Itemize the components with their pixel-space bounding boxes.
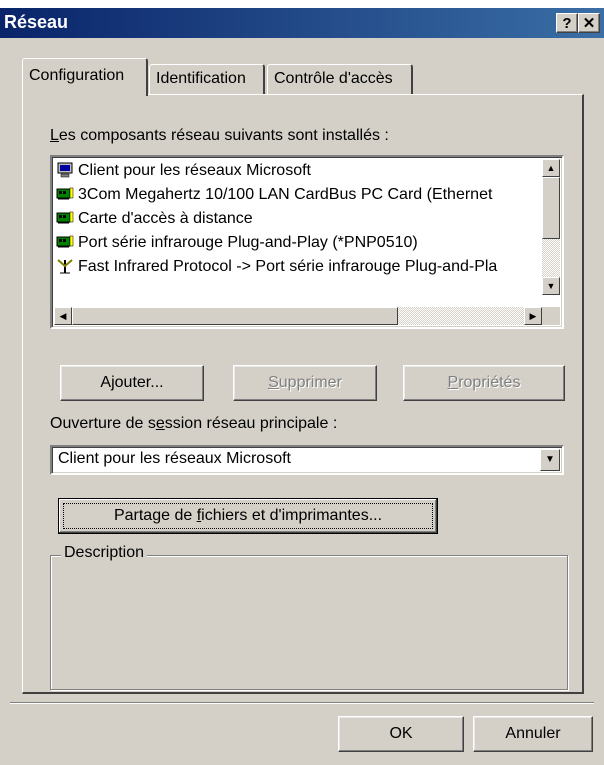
vertical-scroll-thumb[interactable]: [542, 177, 560, 239]
configuration-panel: Les composants réseau suivants sont inst…: [22, 94, 584, 694]
primary-logon-value: Client pour les réseaux Microsoft: [58, 450, 291, 467]
close-button[interactable]: ✕: [578, 13, 600, 33]
chevron-down-icon[interactable]: ▼: [540, 449, 560, 471]
horizontal-scroll-thumb[interactable]: [72, 307, 398, 325]
list-item[interactable]: 3Com Megahertz 10/100 LAN CardBus PC Car…: [56, 183, 536, 207]
components-listbox[interactable]: Client pour les réseaux Microsoft 3Com M…: [50, 155, 564, 329]
focus-rectangle: [63, 503, 433, 529]
remove-button[interactable]: Supprimer: [233, 365, 377, 401]
description-group: [50, 555, 568, 690]
components-label: Les composants réseau suivants sont inst…: [50, 127, 389, 144]
ok-button[interactable]: OK: [338, 716, 464, 752]
scrollbar-corner: [542, 307, 560, 325]
tab-identification[interactable]: Identification: [149, 64, 265, 94]
network-client-icon: [56, 162, 74, 178]
protocol-icon: [56, 258, 74, 274]
scroll-down-icon[interactable]: ▼: [542, 277, 560, 295]
description-title: Description: [61, 544, 148, 562]
scroll-up-icon[interactable]: ▲: [542, 159, 560, 177]
scroll-right-icon[interactable]: ▶: [524, 307, 542, 325]
dialog-window: Réseau ? ✕ Configuration Identification …: [0, 8, 604, 765]
properties-button[interactable]: Propriétés: [403, 365, 565, 401]
divider: [10, 702, 594, 704]
list-item[interactable]: Carte d'accès à distance: [56, 207, 536, 231]
network-adapter-icon: [56, 210, 74, 226]
vertical-scrollbar[interactable]: ▲ ▼: [542, 159, 560, 295]
add-button[interactable]: Ajouter...: [60, 365, 204, 401]
cancel-button[interactable]: Annuler: [473, 716, 593, 752]
list-item[interactable]: Client pour les réseaux Microsoft: [56, 159, 536, 183]
title-bar[interactable]: Réseau ? ✕: [0, 8, 604, 38]
network-adapter-icon: [56, 234, 74, 250]
tab-access-control[interactable]: Contrôle d'accès: [267, 64, 413, 94]
window-title: Réseau: [4, 12, 69, 32]
tab-configuration[interactable]: Configuration: [22, 58, 148, 96]
horizontal-scrollbar[interactable]: ◀ ▶: [54, 307, 542, 325]
scroll-left-icon[interactable]: ◀: [54, 307, 72, 325]
network-adapter-icon: [56, 186, 74, 202]
list-item[interactable]: Fast Infrared Protocol -> Port série inf…: [56, 255, 536, 279]
list-item[interactable]: Port série infrarouge Plug-and-Play (*PN…: [56, 231, 536, 255]
primary-logon-select[interactable]: Client pour les réseaux Microsoft ▼: [50, 445, 564, 475]
primary-logon-label: Ouverture de session réseau principale :: [50, 415, 338, 432]
help-button[interactable]: ?: [556, 13, 578, 33]
file-printer-sharing-button[interactable]: Partage de fichiers et d'imprimantes...: [58, 498, 438, 534]
